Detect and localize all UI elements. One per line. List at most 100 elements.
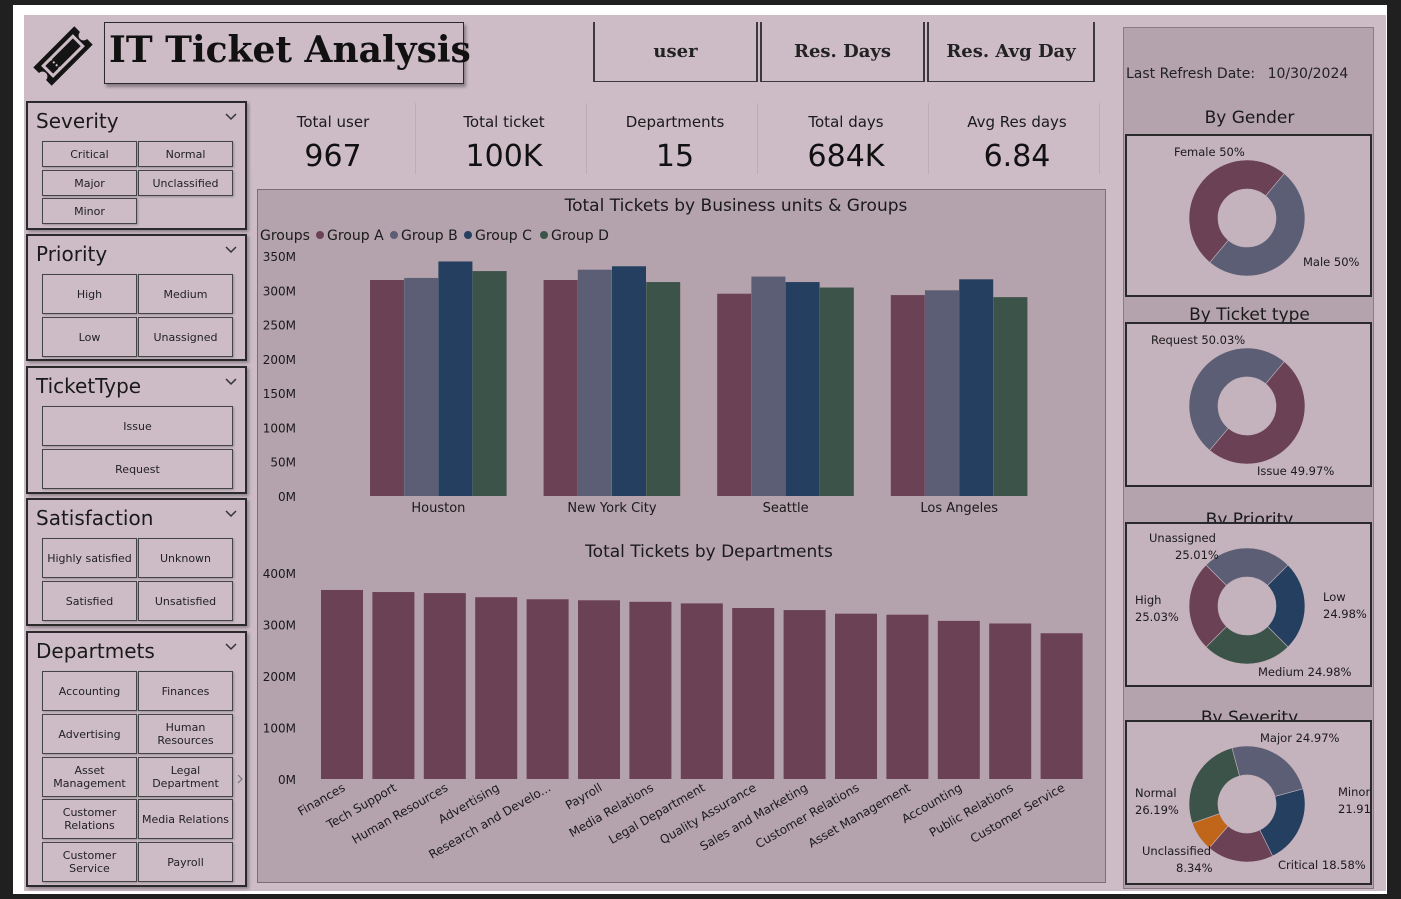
legend-label[interactable]: Group D <box>551 228 609 244</box>
chevron-right-icon[interactable] <box>236 773 244 785</box>
legend-label[interactable]: Group A <box>327 228 384 244</box>
last-refresh: Last Refresh Date: 10/30/2024 <box>1126 66 1348 82</box>
slicer-option-high[interactable]: High <box>42 274 137 314</box>
slicer-title: Priority <box>36 242 108 266</box>
slicer-departments: Departmets Accounting Finances Advertisi… <box>26 631 247 887</box>
donut-data-label: 24.98% <box>1323 607 1367 621</box>
x-tick-label: Customer Service <box>968 780 1067 845</box>
bar[interactable] <box>989 623 1032 779</box>
bar[interactable] <box>475 597 518 779</box>
bar[interactable] <box>438 261 473 496</box>
slicer-option-customer-service[interactable]: Customer Service <box>42 842 137 882</box>
donut-slice[interactable] <box>1231 745 1304 797</box>
bar[interactable] <box>819 287 854 496</box>
refresh-date: 10/30/2024 <box>1267 66 1349 82</box>
bar[interactable] <box>577 269 612 496</box>
bar[interactable] <box>578 600 620 779</box>
ticket-logo-icon <box>33 26 93 86</box>
slicer-satisfaction: Satisfaction Highly satisfied Unknown Sa… <box>26 498 247 626</box>
legend-label[interactable]: Group B <box>401 228 458 244</box>
slicer-option-satisfied[interactable]: Satisfied <box>42 581 137 621</box>
x-tick-label: Seattle <box>763 501 809 516</box>
x-tick-label: Houston <box>411 501 465 516</box>
slicer-option-finances[interactable]: Finances <box>138 671 233 711</box>
donut-chart-severity: Major 24.97% Minor 21.91% Critical 18.58% Un… <box>1135 731 1370 875</box>
slicer-option-normal[interactable]: Normal <box>138 141 233 167</box>
bar[interactable] <box>423 593 466 779</box>
donut-data-label: Minor <box>1338 785 1370 799</box>
bar[interactable] <box>1040 633 1083 779</box>
slicer-option-critical[interactable]: Critical <box>42 141 137 167</box>
slicer-title: Satisfaction <box>36 506 154 530</box>
y-tick-label: 200M <box>263 670 296 684</box>
slicer-option-major[interactable]: Major <box>42 170 137 196</box>
slicer-option-unknown[interactable]: Unknown <box>138 538 233 578</box>
kpi-card-avg-res-days: Avg Res days 6.84 <box>935 103 1100 174</box>
slicer-option-legal-department[interactable]: Legal Department <box>138 757 233 797</box>
bar[interactable] <box>890 295 925 496</box>
donut-chart-gender: Female 50% Male 50% <box>1174 145 1360 277</box>
bar[interactable] <box>612 266 646 496</box>
slicer-option-asset-management[interactable]: Asset Management <box>42 757 137 797</box>
kpi-label: Departments <box>625 113 725 131</box>
bar[interactable] <box>526 599 569 779</box>
slicer-option-low[interactable]: Low <box>42 317 137 357</box>
bar[interactable] <box>937 620 980 779</box>
slicer-option-highly-satisfied[interactable]: Highly satisfied <box>42 538 137 578</box>
bar[interactable] <box>472 271 507 496</box>
bar[interactable] <box>372 592 415 779</box>
slicer-option-minor[interactable]: Minor <box>42 198 137 224</box>
legend-marker <box>316 231 324 239</box>
chevron-down-icon[interactable] <box>225 510 237 518</box>
bar[interactable] <box>680 603 723 779</box>
bar[interactable] <box>370 280 404 496</box>
slicer-option-customer-relations[interactable]: Customer Relations <box>42 799 137 839</box>
chevron-down-icon[interactable] <box>225 643 237 651</box>
slicer-option-accounting[interactable]: Accounting <box>42 671 137 711</box>
slicer-option-human-resources[interactable]: Human Resources <box>138 714 233 754</box>
kpi-value: 684K <box>807 139 885 174</box>
kpi-card-total-user: Total user 967 <box>251 103 416 174</box>
slicer-option-media-relations[interactable]: Media Relations <box>138 799 233 839</box>
bar[interactable] <box>404 277 439 496</box>
bar[interactable] <box>783 610 826 779</box>
bar[interactable] <box>751 276 786 496</box>
slicer-option-medium[interactable]: Medium <box>138 274 233 314</box>
bar[interactable] <box>321 589 363 779</box>
chevron-down-icon[interactable] <box>225 246 237 254</box>
donut-data-label: Issue 49.97% <box>1257 464 1334 478</box>
chevron-down-icon[interactable] <box>225 113 237 121</box>
slicer-option-unsatisfied[interactable]: Unsatisfied <box>138 581 233 621</box>
legend-marker <box>464 231 472 239</box>
bar[interactable] <box>732 608 775 779</box>
slicer-option-unclassified[interactable]: Unclassified <box>138 170 233 196</box>
nav-button-user[interactable]: user <box>593 22 758 82</box>
bar[interactable] <box>959 279 994 496</box>
slicer-option-unassigned[interactable]: Unassigned <box>138 317 233 357</box>
x-tick-label: New York City <box>567 501 656 516</box>
legend-label[interactable]: Group C <box>475 228 532 244</box>
chevron-down-icon[interactable] <box>225 378 237 386</box>
bar[interactable] <box>925 290 959 496</box>
slicer-option-request[interactable]: Request <box>42 449 233 489</box>
bar[interactable] <box>785 282 820 496</box>
donut-slice[interactable] <box>1188 747 1240 824</box>
kpi-label: Total days <box>808 113 884 131</box>
slicer-priority: Priority High Medium Low Unassigned <box>26 234 247 361</box>
donut-data-label: Unclassified <box>1142 844 1211 858</box>
slicer-option-issue[interactable]: Issue <box>42 406 233 446</box>
bar[interactable] <box>717 293 752 496</box>
nav-button-res-avg-day[interactable]: Res. Avg Day <box>927 22 1095 82</box>
slicer-option-payroll[interactable]: Payroll <box>138 842 233 882</box>
bar[interactable] <box>835 613 877 779</box>
nav-button-res-days[interactable]: Res. Days <box>760 22 925 82</box>
bar[interactable] <box>993 297 1028 496</box>
y-tick-label: 350M <box>263 250 296 264</box>
bar[interactable] <box>646 282 681 496</box>
legend-title: Groups <box>260 228 310 244</box>
right-panel: Last Refresh Date: 10/30/2024 By Gender … <box>1123 27 1374 889</box>
slicer-option-advertising[interactable]: Advertising <box>42 714 137 754</box>
bar[interactable] <box>886 614 929 779</box>
bar[interactable] <box>543 280 578 496</box>
bar[interactable] <box>629 601 672 779</box>
